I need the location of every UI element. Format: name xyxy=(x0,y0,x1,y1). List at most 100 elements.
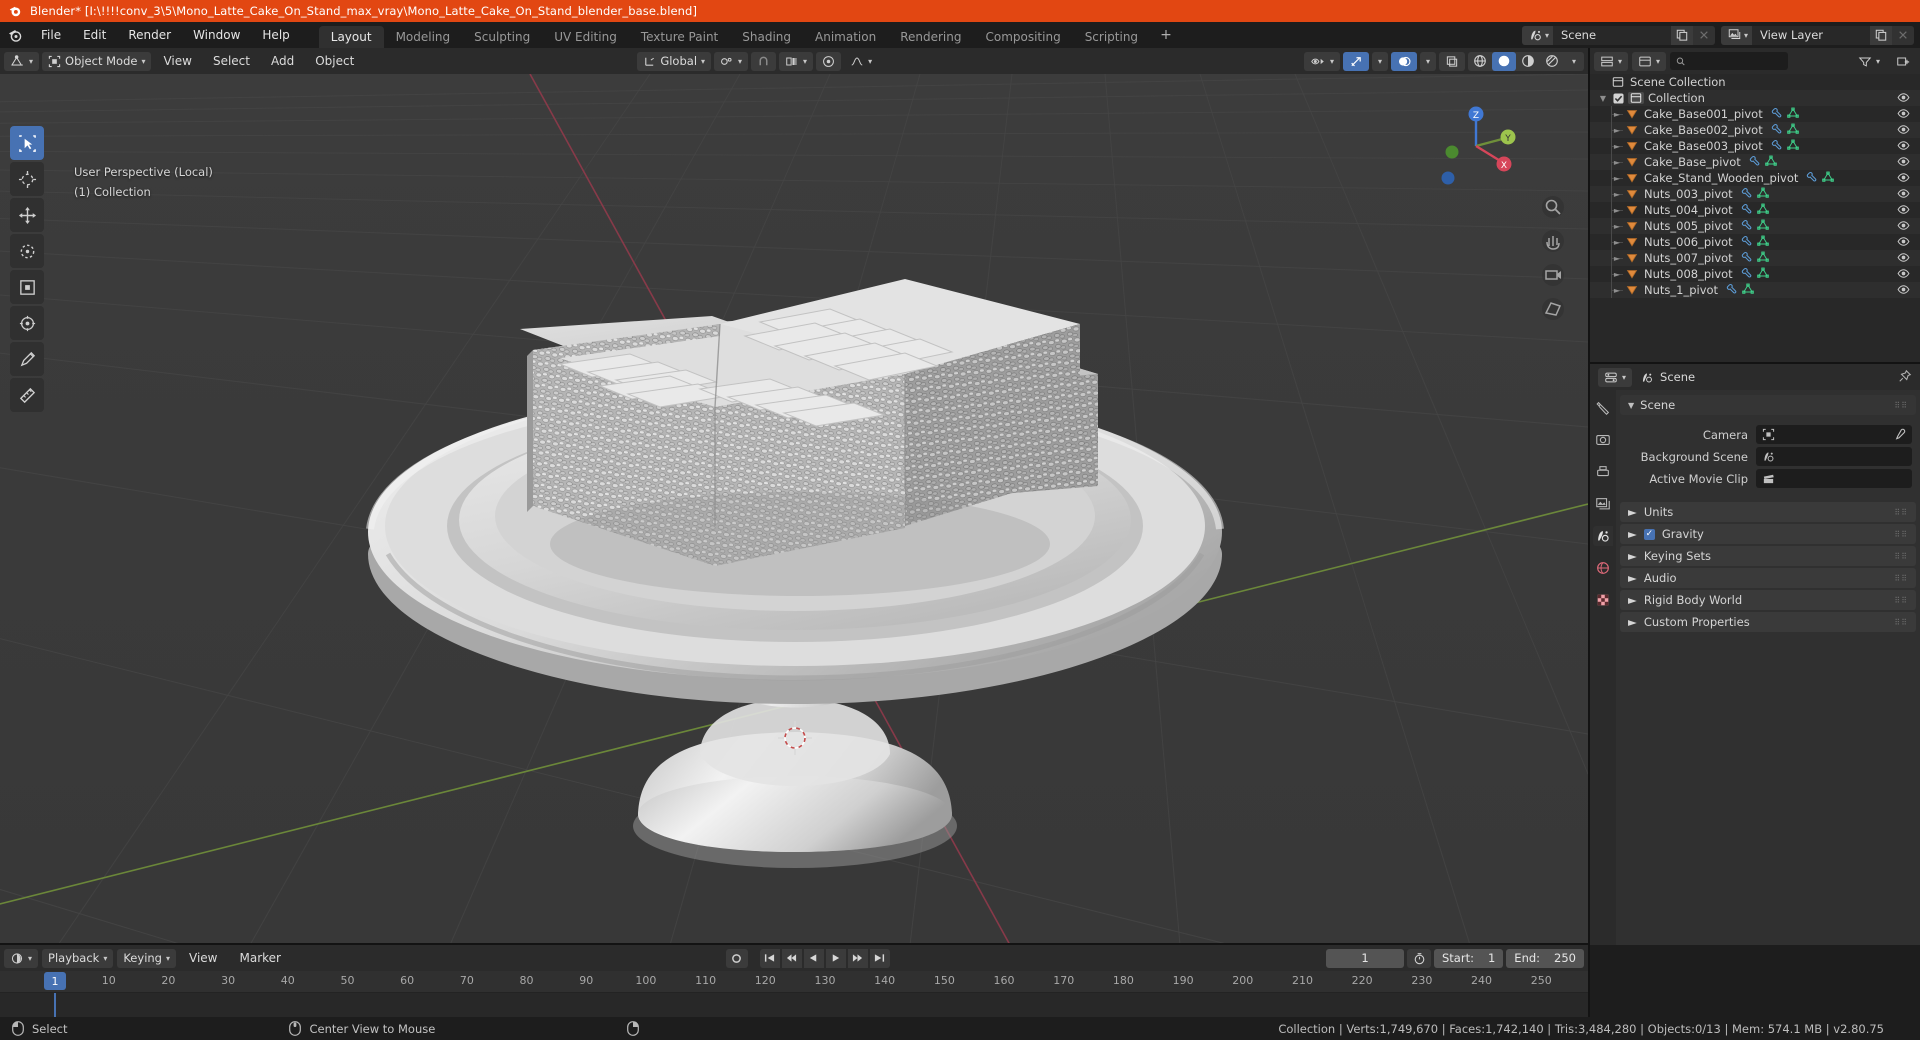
object-disclosure-triangle[interactable]: ► xyxy=(1610,142,1624,151)
object-visibility-toggle[interactable] xyxy=(1897,251,1910,267)
outliner-row-object[interactable]: ► Cake_Base_pivot xyxy=(1590,154,1920,170)
shading-solid-button[interactable] xyxy=(1492,51,1516,71)
modifier-icon[interactable] xyxy=(1726,283,1738,298)
modifier-icon[interactable] xyxy=(1749,155,1761,170)
outliner-row-object[interactable]: ► Nuts_004_pivot xyxy=(1590,202,1920,218)
new-view-layer-button[interactable] xyxy=(1870,25,1892,45)
shading-material-preview-button[interactable] xyxy=(1516,52,1540,71)
tab-tool[interactable] xyxy=(1593,398,1613,418)
object-disclosure-triangle[interactable]: ► xyxy=(1610,270,1624,279)
view-layer-name[interactable]: View Layer xyxy=(1752,25,1870,45)
menu-edit[interactable]: Edit xyxy=(72,22,117,48)
view-layer-browse-button[interactable]: ▾ xyxy=(1720,25,1752,45)
tab-layout[interactable]: Layout xyxy=(318,26,384,48)
eyedropper-icon[interactable] xyxy=(1893,428,1906,441)
outliner-search[interactable] xyxy=(1670,52,1789,70)
mesh-data-icon[interactable] xyxy=(1756,203,1769,218)
modifier-icon[interactable] xyxy=(1741,187,1753,202)
tab-uv-editing[interactable]: UV Editing xyxy=(542,26,629,48)
object-visibility-toggle[interactable] xyxy=(1897,171,1910,187)
show-overlays-toggle[interactable] xyxy=(1390,51,1417,71)
object-visibility-toggle[interactable] xyxy=(1897,235,1910,251)
play-reverse-button[interactable] xyxy=(803,948,824,968)
play-button[interactable] xyxy=(825,948,846,968)
panel-keying-sets[interactable]: ► Keying Sets ⠿⠿ xyxy=(1620,546,1916,566)
object-disclosure-triangle[interactable]: ► xyxy=(1610,126,1624,135)
modifier-icon[interactable] xyxy=(1741,267,1753,282)
object-disclosure-triangle[interactable]: ► xyxy=(1610,286,1624,295)
scale-tool[interactable] xyxy=(10,270,44,304)
object-disclosure-triangle[interactable]: ► xyxy=(1610,238,1624,247)
panel-custom-properties[interactable]: ► Custom Properties ⠿⠿ xyxy=(1620,612,1916,632)
timeline-keying-menu[interactable]: Keying ▾ xyxy=(117,948,176,968)
snap-target-selector[interactable]: ▾ xyxy=(779,51,814,71)
object-visibility-toggle[interactable] xyxy=(1897,203,1910,219)
camera-field[interactable] xyxy=(1756,425,1912,444)
current-frame-field[interactable]: 1 xyxy=(1326,948,1404,968)
editor-type-selector[interactable]: ▾ xyxy=(4,51,40,71)
xray-toggle[interactable] xyxy=(1439,51,1465,71)
outliner-row-object[interactable]: ► Cake_Base002_pivot xyxy=(1590,122,1920,138)
outliner-row-object[interactable]: ► Cake_Stand_Wooden_pivot xyxy=(1590,170,1920,186)
mesh-data-icon[interactable] xyxy=(1786,139,1799,154)
object-visibility-toggle[interactable] xyxy=(1897,155,1910,171)
gizmo-options-dropdown[interactable]: ▾ xyxy=(1371,51,1388,71)
show-gizmo-toggle[interactable] xyxy=(1342,51,1369,71)
cursor-tool[interactable] xyxy=(10,162,44,196)
move-tool[interactable] xyxy=(10,198,44,232)
blender-menu-icon[interactable] xyxy=(0,22,30,48)
tab-shading[interactable]: Shading xyxy=(730,26,803,48)
annotate-tool[interactable] xyxy=(10,342,44,376)
tab-rendering[interactable]: Rendering xyxy=(888,26,973,48)
panel-units[interactable]: ► Units ⠿⠿ xyxy=(1620,502,1916,522)
outliner-row-object[interactable]: ► Nuts_1_pivot xyxy=(1590,282,1920,298)
outliner-row-object[interactable]: ► Nuts_007_pivot xyxy=(1590,250,1920,266)
auto-keying-button[interactable] xyxy=(1407,948,1431,968)
outliner-row-object[interactable]: ► Nuts_008_pivot xyxy=(1590,266,1920,282)
menu-render[interactable]: Render xyxy=(117,22,182,48)
tab-scripting[interactable]: Scripting xyxy=(1073,26,1150,48)
menu-file[interactable]: File xyxy=(30,22,72,48)
mesh-data-icon[interactable] xyxy=(1756,187,1769,202)
interaction-mode-selector[interactable]: Object Mode ▾ xyxy=(42,51,152,71)
transform-tool[interactable] xyxy=(10,306,44,340)
region-splitter-vertical[interactable] xyxy=(1588,48,1590,1017)
object-disclosure-triangle[interactable]: ► xyxy=(1610,174,1624,183)
region-splitter-timeline[interactable] xyxy=(0,943,1588,945)
object-disclosure-triangle[interactable]: ► xyxy=(1610,206,1624,215)
overlay-options-dropdown[interactable]: ▾ xyxy=(1419,51,1436,71)
proportional-edit-toggle[interactable] xyxy=(816,51,842,71)
outliner-editor-type-button[interactable]: ▾ xyxy=(1594,51,1629,71)
timeline-view-menu[interactable]: View xyxy=(180,949,226,968)
object-visibility-toggle[interactable] xyxy=(1897,107,1910,123)
end-frame-value[interactable]: 250 xyxy=(1554,951,1576,965)
mesh-data-icon[interactable] xyxy=(1786,123,1799,138)
modifier-icon[interactable] xyxy=(1741,219,1753,234)
tab-sculpting[interactable]: Sculpting xyxy=(462,26,542,48)
shading-rendered-button[interactable] xyxy=(1540,52,1564,71)
outliner-row-object[interactable]: ► Nuts_005_pivot xyxy=(1590,218,1920,234)
tab-render[interactable] xyxy=(1593,430,1613,450)
mesh-data-icon[interactable] xyxy=(1756,219,1769,234)
timeline-playhead[interactable]: 1 xyxy=(44,972,66,990)
mesh-data-icon[interactable] xyxy=(1822,171,1835,186)
jump-to-start-button[interactable] xyxy=(759,948,780,968)
unlink-scene-button[interactable] xyxy=(1692,25,1715,45)
timeline-playback-menu[interactable]: Playback ▾ xyxy=(42,948,114,968)
modifier-icon[interactable] xyxy=(1741,235,1753,250)
new-scene-button[interactable] xyxy=(1670,25,1693,45)
tab-texture[interactable] xyxy=(1593,590,1613,610)
modifier-icon[interactable] xyxy=(1806,171,1818,186)
object-disclosure-triangle[interactable]: ► xyxy=(1610,110,1624,119)
tab-world[interactable] xyxy=(1593,558,1613,578)
active-movie-clip-field[interactable] xyxy=(1756,469,1912,488)
modifier-icon[interactable] xyxy=(1771,123,1783,138)
zoom-nav-icon[interactable] xyxy=(1540,194,1566,220)
object-disclosure-triangle[interactable]: ► xyxy=(1610,254,1624,263)
tab-view-layer[interactable] xyxy=(1593,494,1613,514)
background-scene-field[interactable] xyxy=(1756,447,1912,466)
transform-orientation-selector[interactable]: Global ▾ xyxy=(637,51,712,71)
object-visibility-toggle[interactable] xyxy=(1897,123,1910,139)
outliner-tree[interactable]: Scene Collection ▼ Collection ► Cake_Bas… xyxy=(1590,74,1920,362)
previous-keyframe-button[interactable] xyxy=(781,948,802,968)
